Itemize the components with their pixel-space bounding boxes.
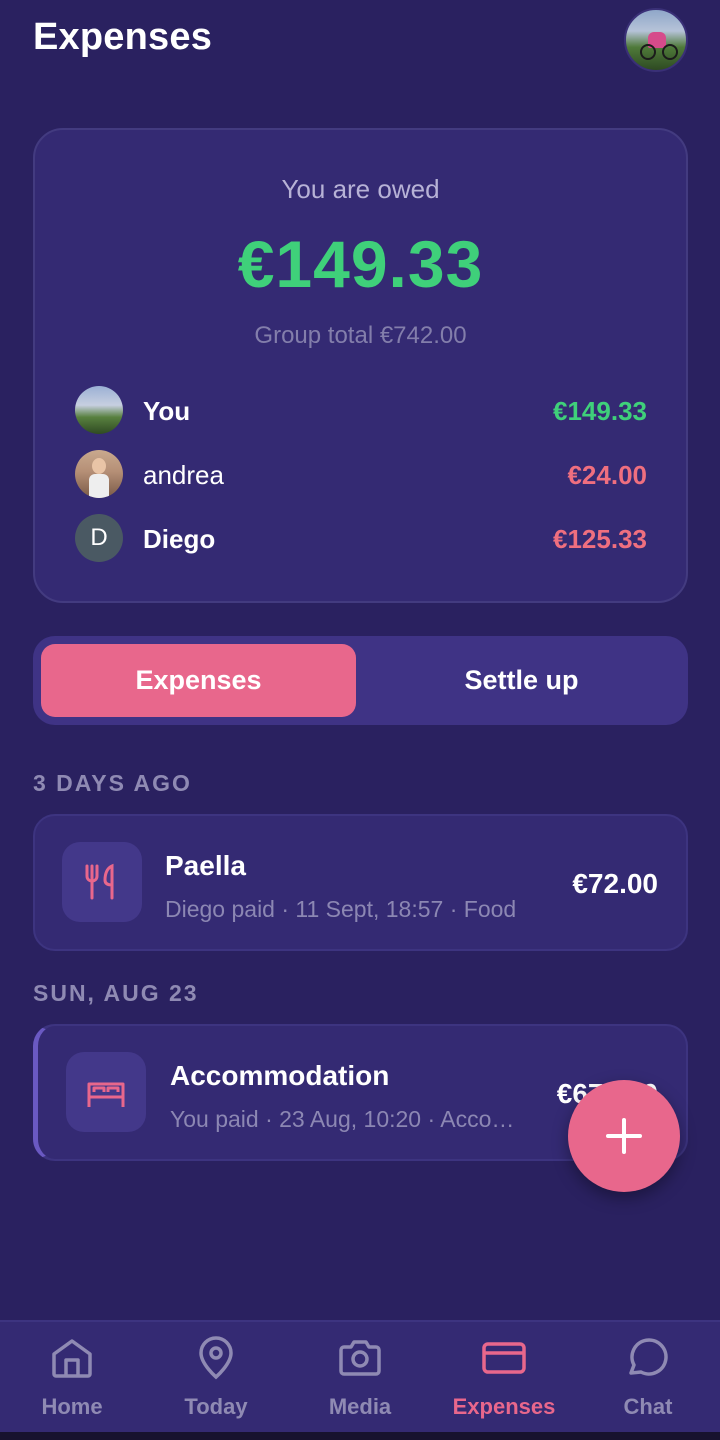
nav-label: Home <box>41 1394 103 1419</box>
nav-expenses[interactable]: Expenses <box>432 1322 576 1434</box>
member-name: You <box>143 396 191 426</box>
owed-label: You are owed <box>281 174 440 204</box>
home-icon <box>52 1339 92 1378</box>
segmented-control: Expenses Settle up <box>33 636 688 725</box>
nav-home[interactable]: Home <box>0 1322 144 1434</box>
section-label: SUN, AUG 23 <box>33 980 199 1006</box>
add-expense-button[interactable] <box>568 1080 680 1192</box>
expense-item-paella[interactable]: Paella Diego paid · 11 Sept, 18:57 · Foo… <box>33 814 688 951</box>
group-total: Group total €742.00 <box>254 322 467 349</box>
member-avatar: D <box>75 514 123 562</box>
nav-today[interactable]: Today <box>144 1322 288 1434</box>
nav-media[interactable]: Media <box>288 1322 432 1434</box>
member-row-diego: D Diego €125.33 <box>75 514 647 564</box>
nav-label: Expenses <box>452 1394 556 1419</box>
bed-icon <box>87 1082 125 1107</box>
fork-knife-icon <box>85 863 114 900</box>
profile-avatar[interactable] <box>624 8 688 72</box>
card-icon <box>482 1342 526 1374</box>
tab-expenses[interactable]: Expenses <box>41 644 356 717</box>
bottom-navigation: Home Today Media Expenses Chat <box>0 1320 720 1432</box>
member-avatar <box>75 386 123 434</box>
expense-title: Paella <box>165 850 246 881</box>
owed-amount: €149.33 <box>237 227 484 301</box>
expense-meta: You paid · 23 Aug, 10:20 · Acco… <box>170 1106 515 1132</box>
member-amount: €125.33 <box>553 524 647 554</box>
nav-label: Media <box>328 1394 392 1419</box>
location-pin-icon <box>199 1336 233 1380</box>
member-amount: €24.00 <box>567 460 647 490</box>
member-name: Diego <box>143 524 216 554</box>
member-avatar <box>75 450 123 498</box>
expense-icon-box <box>62 842 142 922</box>
expense-icon-box <box>66 1052 146 1132</box>
section-label: 3 DAYS AGO <box>33 770 192 796</box>
member-row-you: You €149.33 <box>75 386 647 436</box>
page-title: Expenses <box>33 16 213 58</box>
nav-chat[interactable]: Chat <box>576 1322 720 1434</box>
nav-label: Today <box>184 1394 248 1419</box>
camera-icon <box>339 1340 381 1376</box>
member-amount: €149.33 <box>553 396 647 426</box>
system-bar <box>0 1432 720 1440</box>
expense-meta: Diego paid · 11 Sept, 18:57 · Food <box>165 896 517 922</box>
member-row-andrea: andrea €24.00 <box>75 450 647 500</box>
member-name: andrea <box>143 460 224 490</box>
balance-summary-card: You are owed €149.33 Group total €742.00… <box>33 128 688 603</box>
chat-bubble-icon <box>629 1338 668 1376</box>
nav-label: Chat <box>623 1394 673 1419</box>
expense-amount: €72.00 <box>572 868 658 899</box>
app-header: Expenses <box>0 0 720 90</box>
expense-title: Accommodation <box>170 1060 390 1091</box>
tab-settle-up[interactable]: Settle up <box>363 644 680 717</box>
plus-icon <box>606 1118 642 1154</box>
